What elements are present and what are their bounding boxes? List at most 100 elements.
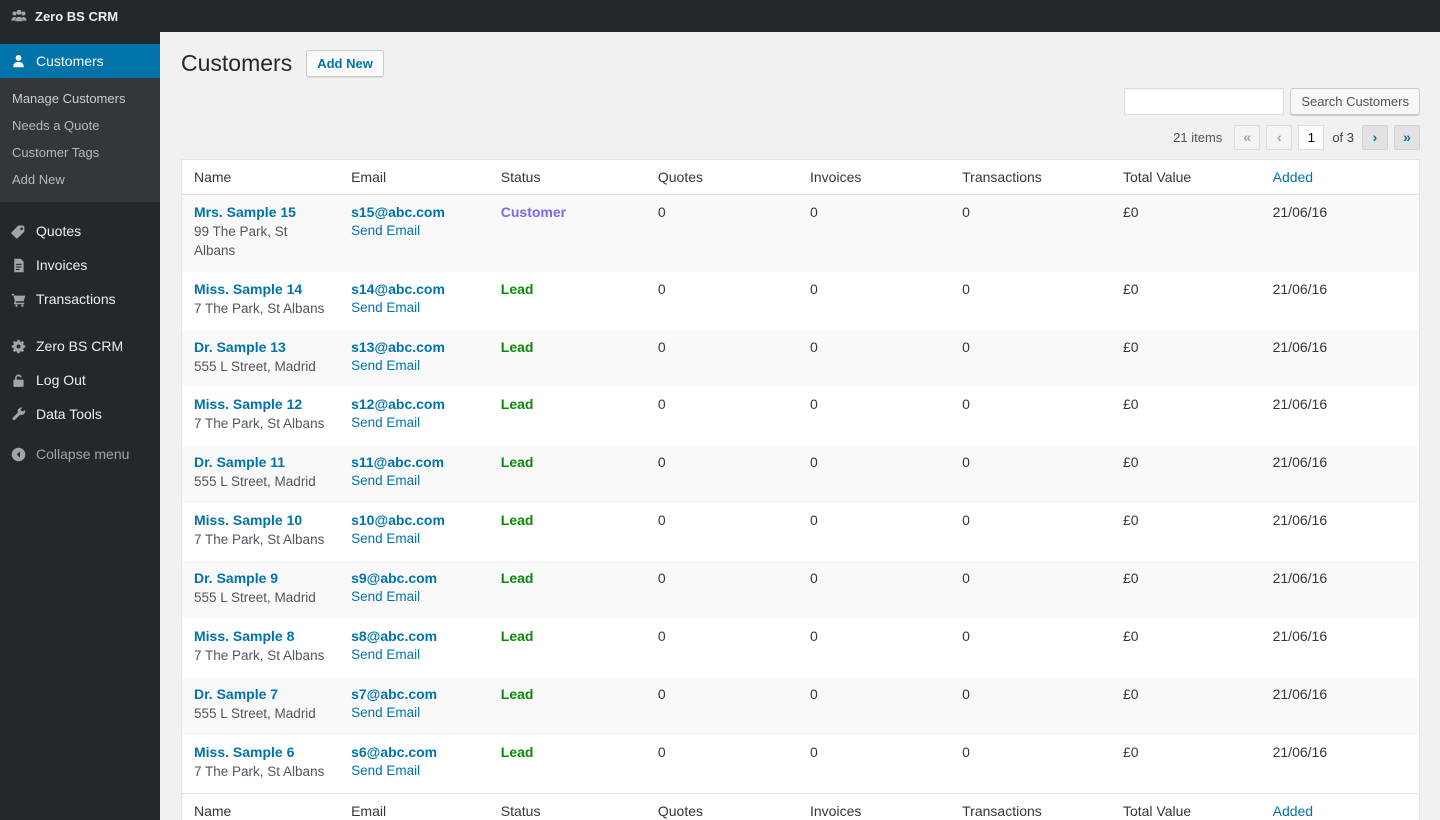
sidebar-item-customers[interactable]: Customers [0, 44, 160, 78]
transactions-count: 0 [950, 445, 1111, 503]
total-pages-label: of 3 [1330, 130, 1356, 145]
customer-email-link[interactable]: s14@abc.com [351, 281, 445, 297]
sidebar-item-label: Log Out [36, 372, 86, 388]
quotes-count: 0 [646, 735, 798, 793]
customer-email-link[interactable]: s15@abc.com [351, 204, 445, 220]
sidebar-subitem-manage-customers[interactable]: Manage Customers [0, 85, 160, 112]
invoices-count: 0 [798, 387, 950, 445]
quotes-count: 0 [646, 619, 798, 677]
date-added: 21/06/16 [1261, 619, 1419, 677]
customer-address: 7 The Park, St Albans [194, 415, 327, 434]
current-page-input[interactable] [1298, 125, 1324, 150]
sidebar-subitem-needs-a-quote[interactable]: Needs a Quote [0, 112, 160, 139]
send-email-link[interactable]: Send Email [351, 531, 420, 546]
date-added: 21/06/16 [1261, 735, 1419, 793]
sidebar: Customers Manage Customers Needs a Quote… [0, 32, 160, 820]
status-badge: Lead [501, 454, 534, 470]
sidebar-item-label: Quotes [36, 223, 81, 239]
sidebar-subitem-customer-tags[interactable]: Customer Tags [0, 139, 160, 166]
sidebar-item-data-tools[interactable]: Data Tools [0, 397, 160, 431]
invoices-count: 0 [798, 330, 950, 388]
table-footer-header-row: Name Email Status Quotes Invoices Transa… [182, 793, 1419, 820]
person-icon [8, 51, 28, 71]
invoices-count: 0 [798, 619, 950, 677]
transactions-count: 0 [950, 735, 1111, 793]
sidebar-item-label: Invoices [36, 257, 87, 273]
send-email-link[interactable]: Send Email [351, 705, 420, 720]
collapse-menu-button[interactable]: Collapse menu [0, 437, 160, 471]
table-row: Miss. Sample 12 7 The Park, St Albans s1… [182, 387, 1419, 445]
sidebar-subitem-add-new[interactable]: Add New [0, 166, 160, 193]
pagination-top: 21 items « ‹ of 3 › » [181, 125, 1420, 150]
next-page-button[interactable]: › [1362, 125, 1388, 150]
customer-name-link[interactable]: Mrs. Sample 15 [194, 204, 296, 220]
customer-address: 555 L Street, Madrid [194, 589, 327, 608]
table-row: Miss. Sample 10 7 The Park, St Albans s1… [182, 503, 1419, 561]
customer-name-link[interactable]: Dr. Sample 9 [194, 570, 278, 586]
last-page-button[interactable]: » [1394, 125, 1420, 150]
customer-email-link[interactable]: s8@abc.com [351, 628, 437, 644]
total-value: £0 [1111, 445, 1261, 503]
invoices-count: 0 [798, 503, 950, 561]
total-value: £0 [1111, 330, 1261, 388]
column-header-added-sortable[interactable]: Added [1261, 160, 1419, 195]
customer-name-link[interactable]: Dr. Sample 7 [194, 686, 278, 702]
send-email-link[interactable]: Send Email [351, 473, 420, 488]
send-email-link[interactable]: Send Email [351, 415, 420, 430]
transactions-count: 0 [950, 619, 1111, 677]
sidebar-item-label: Zero BS CRM [36, 338, 123, 354]
customer-name-link[interactable]: Dr. Sample 13 [194, 339, 286, 355]
customer-name-link[interactable]: Dr. Sample 11 [194, 454, 285, 470]
customer-address: 7 The Park, St Albans [194, 647, 327, 666]
column-header-email: Email [339, 160, 489, 195]
sidebar-item-log-out[interactable]: Log Out [0, 363, 160, 397]
column-header-transactions: Transactions [950, 793, 1111, 820]
transactions-count: 0 [950, 561, 1111, 619]
quotes-count: 0 [646, 503, 798, 561]
sidebar-item-invoices[interactable]: Invoices [0, 248, 160, 282]
add-new-button[interactable]: Add New [306, 50, 384, 77]
send-email-link[interactable]: Send Email [351, 300, 420, 315]
column-header-status: Status [489, 793, 646, 820]
send-email-link[interactable]: Send Email [351, 358, 420, 373]
admin-bar: Zero BS CRM [0, 0, 1440, 32]
search-customers-button[interactable]: Search Customers [1290, 88, 1420, 115]
sidebar-item-zero-bs-crm[interactable]: Zero BS CRM [0, 329, 160, 363]
customer-name-link[interactable]: Miss. Sample 14 [194, 281, 302, 297]
customer-email-link[interactable]: s10@abc.com [351, 512, 445, 528]
date-added: 21/06/16 [1261, 677, 1419, 735]
customer-email-link[interactable]: s7@abc.com [351, 686, 437, 702]
customer-name-link[interactable]: Miss. Sample 6 [194, 744, 294, 760]
sidebar-item-transactions[interactable]: Transactions [0, 282, 160, 316]
prev-page-button[interactable]: ‹ [1266, 125, 1292, 150]
table-row: Miss. Sample 8 7 The Park, St Albans s8@… [182, 619, 1419, 677]
customer-email-link[interactable]: s9@abc.com [351, 570, 437, 586]
status-badge: Lead [501, 744, 534, 760]
send-email-link[interactable]: Send Email [351, 223, 420, 238]
column-header-quotes: Quotes [646, 160, 798, 195]
invoices-count: 0 [798, 677, 950, 735]
sidebar-item-quotes[interactable]: Quotes [0, 214, 160, 248]
date-added: 21/06/16 [1261, 387, 1419, 445]
customer-name-link[interactable]: Miss. Sample 10 [194, 512, 302, 528]
customer-email-link[interactable]: s13@abc.com [351, 339, 445, 355]
invoices-count: 0 [798, 272, 950, 330]
send-email-link[interactable]: Send Email [351, 647, 420, 662]
customer-email-link[interactable]: s12@abc.com [351, 396, 445, 412]
customer-email-link[interactable]: s6@abc.com [351, 744, 437, 760]
table-row: Miss. Sample 6 7 The Park, St Albans s6@… [182, 735, 1419, 793]
search-input[interactable] [1124, 88, 1284, 115]
sidebar-item-label: Data Tools [36, 406, 102, 422]
first-page-button[interactable]: « [1234, 125, 1260, 150]
admin-bar-brand[interactable]: Zero BS CRM [0, 0, 128, 32]
total-value: £0 [1111, 195, 1261, 272]
date-added: 21/06/16 [1261, 272, 1419, 330]
customer-email-link[interactable]: s11@abc.com [351, 454, 444, 470]
customer-name-link[interactable]: Miss. Sample 12 [194, 396, 302, 412]
quotes-count: 0 [646, 387, 798, 445]
send-email-link[interactable]: Send Email [351, 763, 420, 778]
cart-icon [8, 289, 28, 309]
send-email-link[interactable]: Send Email [351, 589, 420, 604]
column-header-added-sortable[interactable]: Added [1261, 793, 1419, 820]
customer-name-link[interactable]: Miss. Sample 8 [194, 628, 294, 644]
